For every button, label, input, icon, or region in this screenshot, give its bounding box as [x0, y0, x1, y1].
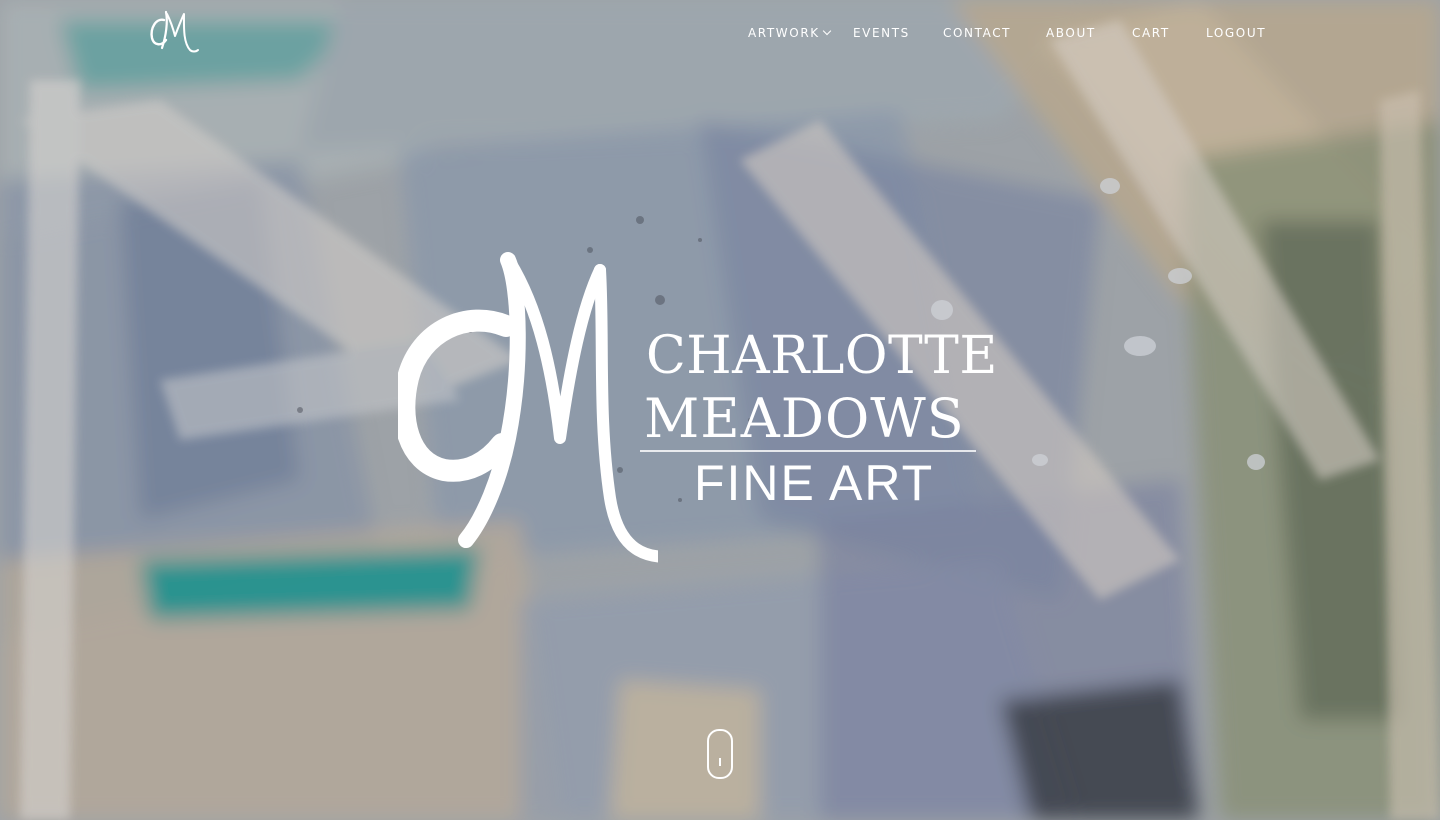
cm-monogram-icon [150, 10, 199, 53]
brand-first-name: CHARLOTTE [646, 326, 998, 386]
site-logo-monogram[interactable] [146, 6, 202, 56]
nav-item-label: LOGOUT [1206, 26, 1267, 40]
nav-item-label: CONTACT [943, 26, 1012, 40]
nav-item-logout[interactable]: LOGOUT [1206, 26, 1266, 40]
brand-last-name: MEADOWS [644, 387, 965, 450]
nav-item-label: ARTWORK [748, 26, 820, 40]
cm-large-monogram-icon [398, 252, 658, 563]
nav-item-cart[interactable]: CART [1132, 26, 1170, 40]
nav-item-label: CART [1132, 26, 1170, 40]
nav-item-contact[interactable]: CONTACT [943, 26, 1011, 40]
nav-item-label: ABOUT [1046, 26, 1096, 40]
nav-item-events[interactable]: EVENTS [853, 26, 910, 40]
chevron-down-icon [822, 26, 831, 36]
brand-tagline: FINE ART [694, 455, 935, 511]
scroll-down-button[interactable] [707, 729, 733, 779]
brand-divider [640, 450, 976, 452]
mouse-scroll-icon [719, 758, 721, 766]
hero-brand-logo: CHARLOTTE MEADOWS FINE ART [398, 248, 998, 578]
nav-item-about[interactable]: ABOUT [1046, 26, 1096, 40]
nav-item-artwork[interactable]: ARTWORK [748, 26, 831, 40]
nav-item-label: EVENTS [853, 26, 910, 40]
site-header: ARTWORK EVENTS CONTACT ABOUT CART LOGOUT [0, 0, 1440, 68]
